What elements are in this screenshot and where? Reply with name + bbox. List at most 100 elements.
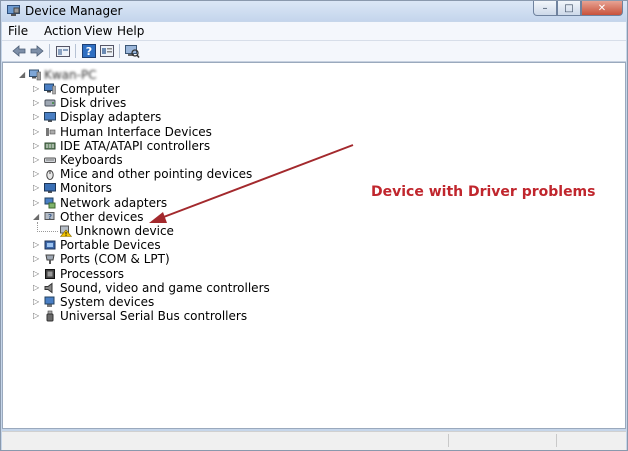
sound-icon <box>44 282 53 294</box>
tree-item[interactable]: ▷ IDE ATA/ATAPI controllers <box>3 139 403 153</box>
tree-item[interactable]: ▷ Processors <box>3 267 403 281</box>
tree-guide-line <box>37 221 58 232</box>
expand-arrow-icon[interactable]: ▷ <box>33 269 41 279</box>
annotation-text: Device with Driver problems <box>371 184 596 200</box>
processor-icon <box>45 268 55 279</box>
tree-item-label: System devices <box>60 295 155 309</box>
tree-item[interactable]: ▷ Monitors <box>3 181 403 195</box>
tree-item-label: Display adapters <box>60 110 162 125</box>
tree-item[interactable]: ▷ Display adapters <box>3 110 403 124</box>
tree-item-label: Disk drives <box>60 96 127 111</box>
tree-item[interactable]: ▷ System devices <box>3 295 403 309</box>
status-cell <box>448 434 557 447</box>
expand-arrow-icon[interactable]: ▷ <box>33 283 41 293</box>
tree-item[interactable]: ! Unknown device <box>3 224 403 238</box>
ide-icon <box>44 142 56 150</box>
expand-arrow-icon[interactable]: ▷ <box>33 240 41 250</box>
tree-item-label: Universal Serial Bus controllers <box>60 309 248 324</box>
window-title: Device Manager <box>25 4 123 18</box>
expand-arrow-icon[interactable]: ▷ <box>33 127 41 137</box>
tree-item[interactable]: ▷ Sound, video and game controllers <box>3 281 403 295</box>
warning-device-icon: ! <box>60 225 72 237</box>
expand-arrow-icon[interactable]: ▷ <box>33 169 41 179</box>
device-manager-window: Device Manager – □ ✕ File Action View He… <box>0 0 628 451</box>
tree-item[interactable]: ▷ Portable Devices <box>3 238 403 252</box>
tree-item[interactable]: ▷ Network adapters <box>3 196 403 210</box>
tree-item[interactable]: ▷ Human Interface Devices <box>3 125 403 139</box>
svg-text:?: ? <box>48 213 52 221</box>
tree-item[interactable]: ▷ Keyboards <box>3 153 403 167</box>
expand-arrow-icon[interactable]: ▷ <box>33 183 41 193</box>
disk-icon <box>44 99 56 107</box>
menu-help[interactable]: Help <box>117 24 144 38</box>
tree-item-label: Mice and other pointing devices <box>60 167 253 182</box>
expander-root[interactable]: ◢ <box>19 70 27 80</box>
tree-item-label: Computer <box>60 82 120 96</box>
system-icon <box>44 296 55 307</box>
root-node-label[interactable]: Kwan-PC <box>44 68 97 82</box>
svg-text:!: ! <box>65 232 67 237</box>
computer-icon <box>44 83 56 95</box>
expand-arrow-icon[interactable]: ▷ <box>33 155 41 165</box>
expand-arrow-icon[interactable]: ▷ <box>33 254 41 264</box>
maximize-button[interactable]: □ <box>557 1 581 16</box>
device-tree[interactable]: ◢ Kwan-PC ▷ Computer ▷ Disk drives ▷ Display … <box>2 62 626 429</box>
tree-item[interactable]: ▷ Computer <box>3 82 403 96</box>
tree-item-label: Sound, video and game controllers <box>60 280 270 295</box>
expand-arrow-icon[interactable]: ▷ <box>33 297 41 307</box>
portable-icon <box>44 240 56 250</box>
tree-item-label: Monitors <box>60 181 112 196</box>
tree-item-label: Ports (COM & LPT) <box>60 252 170 267</box>
tree-item-label: IDE ATA/ATAPI controllers <box>60 138 211 153</box>
tree-item[interactable]: ▷ Mice and other pointing devices <box>3 167 403 181</box>
collapse-arrow-icon[interactable]: ◢ <box>33 212 41 222</box>
menu-file[interactable]: File <box>8 24 28 38</box>
expand-arrow-icon[interactable]: ▷ <box>33 84 41 94</box>
computer-root-icon <box>29 69 41 81</box>
tree-item-label: Other devices <box>60 209 144 224</box>
toolbar-separator <box>75 44 76 58</box>
tree-item[interactable]: ▷ Ports (COM & LPT) <box>3 252 403 266</box>
tree-item-label: Processors <box>60 266 125 281</box>
caption-buttons: – □ ✕ <box>533 1 623 17</box>
menu-view[interactable]: View <box>84 24 112 38</box>
tree-item[interactable]: ◢? Other devices <box>3 210 403 224</box>
tree-item-label: Unknown device <box>75 224 174 238</box>
back-icon[interactable] <box>11 43 27 59</box>
toolbar-separator <box>49 44 50 58</box>
properties-icon[interactable] <box>99 43 115 59</box>
maximize-icon: □ <box>564 2 574 14</box>
tree-item[interactable]: ▷ Disk drives <box>3 96 403 110</box>
expand-arrow-icon[interactable]: ▷ <box>33 112 41 122</box>
help-icon[interactable]: ? <box>81 43 97 59</box>
network-icon <box>44 197 56 209</box>
toolbar: ? <box>2 41 626 62</box>
close-button[interactable]: ✕ <box>581 1 623 16</box>
scan-hardware-icon[interactable] <box>124 43 140 59</box>
expand-arrow-icon[interactable]: ▷ <box>33 141 41 151</box>
tree-item-label: Keyboards <box>60 153 123 167</box>
tree-item-label: Human Interface Devices <box>60 124 212 139</box>
device-manager-icon <box>7 5 20 16</box>
tree-item-label: Network adapters <box>60 195 168 210</box>
port-icon <box>45 254 55 265</box>
status-cell <box>556 434 617 447</box>
forward-icon[interactable] <box>29 43 45 59</box>
up-icon[interactable] <box>55 43 71 59</box>
status-bar <box>2 431 626 450</box>
close-icon: ✕ <box>597 2 607 14</box>
display-icon <box>44 112 56 123</box>
tree-item-label: Portable Devices <box>60 238 161 253</box>
expand-arrow-icon[interactable]: ▷ <box>33 311 41 321</box>
mouse-icon <box>46 170 54 181</box>
toolbar-separator <box>119 44 120 58</box>
title-bar[interactable]: Device Manager – □ ✕ <box>1 1 627 21</box>
tree-item[interactable]: ▷ Universal Serial Bus controllers <box>3 309 403 323</box>
minimize-button[interactable]: – <box>533 1 557 16</box>
expand-arrow-icon[interactable]: ▷ <box>33 98 41 108</box>
minimize-icon: – <box>542 2 548 14</box>
menu-bar: File Action View Help <box>2 22 626 41</box>
expand-arrow-icon[interactable]: ▷ <box>33 198 41 208</box>
usb-icon <box>46 310 54 322</box>
menu-action[interactable]: Action <box>44 24 82 38</box>
